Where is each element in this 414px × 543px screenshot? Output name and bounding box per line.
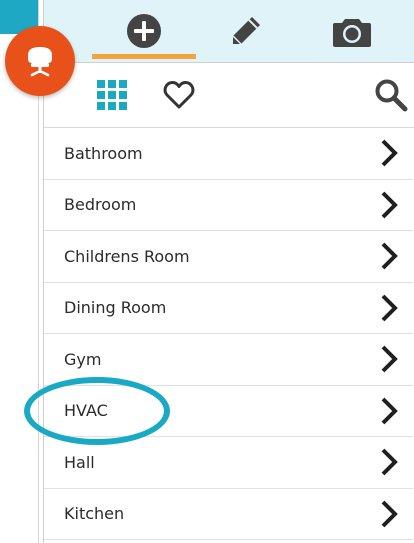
furniture-fab-button[interactable] bbox=[5, 26, 75, 96]
chair-icon bbox=[28, 47, 52, 77]
chevron-right-icon bbox=[381, 448, 398, 476]
grid-view-button[interactable] bbox=[87, 63, 137, 127]
room-label: Gym bbox=[64, 349, 102, 369]
list-item-childrens-room[interactable]: Childrens Room bbox=[44, 231, 413, 283]
tab-edit[interactable] bbox=[204, 0, 288, 62]
list-item-hvac[interactable]: HVAC bbox=[44, 386, 413, 437]
camera-icon bbox=[333, 19, 371, 47]
plus-circle-icon bbox=[127, 14, 161, 48]
chevron-right-icon bbox=[381, 500, 398, 528]
top-tab-bar bbox=[44, 0, 414, 63]
chevron-right-icon bbox=[381, 294, 398, 322]
chevron-right-icon bbox=[381, 397, 398, 425]
list-item-gym[interactable]: Gym bbox=[44, 334, 413, 386]
heart-icon bbox=[163, 81, 195, 109]
active-tab-indicator bbox=[92, 54, 196, 59]
room-label: Bedroom bbox=[64, 195, 137, 215]
room-label: Dining Room bbox=[64, 298, 167, 318]
pencil-icon bbox=[232, 17, 260, 45]
chevron-right-icon bbox=[381, 139, 398, 167]
list-item-bathroom[interactable]: Bathroom bbox=[44, 128, 413, 180]
room-list: Bathroom Bedroom Childrens Room Dining R… bbox=[44, 128, 413, 540]
room-label: HVAC bbox=[64, 401, 108, 421]
list-item-hall[interactable]: Hall bbox=[44, 437, 413, 489]
list-item-dining-room[interactable]: Dining Room bbox=[44, 283, 413, 334]
main-panel: Bathroom Bedroom Childrens Room Dining R… bbox=[43, 0, 414, 543]
filter-toolbar bbox=[44, 63, 414, 128]
search-button[interactable] bbox=[366, 63, 414, 127]
tab-add[interactable] bbox=[92, 0, 196, 62]
chevron-right-icon bbox=[381, 242, 398, 270]
favorites-button[interactable] bbox=[154, 63, 204, 127]
search-icon bbox=[375, 79, 408, 112]
list-item-kitchen[interactable]: Kitchen bbox=[44, 489, 413, 540]
grid-icon bbox=[97, 80, 127, 110]
room-label: Childrens Room bbox=[64, 246, 190, 266]
room-label: Hall bbox=[64, 452, 95, 472]
room-label: Bathroom bbox=[64, 143, 143, 163]
chevron-right-icon bbox=[381, 191, 398, 219]
room-label: Kitchen bbox=[64, 504, 125, 524]
chevron-right-icon bbox=[381, 345, 398, 373]
list-item-bedroom[interactable]: Bedroom bbox=[44, 180, 413, 231]
tab-camera[interactable] bbox=[310, 0, 394, 62]
